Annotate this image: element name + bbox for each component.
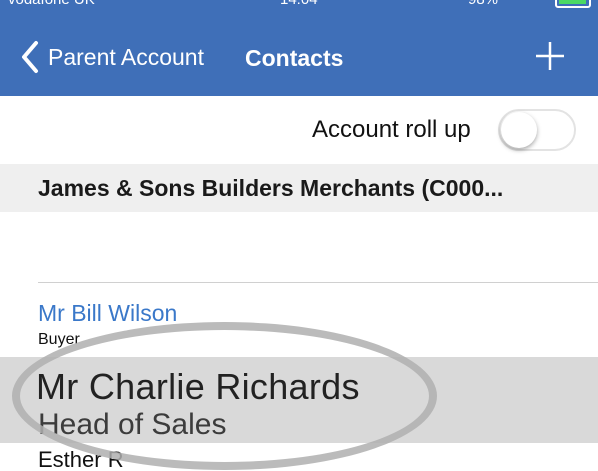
- contact-name[interactable]: Mr Bill Wilson: [38, 300, 177, 327]
- contact-row-highlighted[interactable]: Mr Charlie Richards Head of Sales: [0, 357, 598, 443]
- account-name: James & Sons Builders Merchants (C000...: [38, 175, 504, 201]
- clock-label: 14:04: [280, 0, 318, 8]
- status-bar: vodafone UK 14:04 98%: [0, 0, 598, 15]
- contact-row[interactable]: Mr Bill Wilson Buyer: [0, 298, 598, 354]
- rollup-row: Account roll up: [0, 96, 598, 164]
- contact-role: Head of Sales: [38, 408, 227, 441]
- plus-icon: [536, 42, 564, 70]
- toggle-knob: [501, 112, 537, 148]
- rollup-toggle[interactable]: [498, 109, 576, 151]
- contact-row[interactable]: Esther R: [0, 443, 598, 471]
- rollup-label: Account roll up: [312, 116, 471, 143]
- contact-name: Mr Charlie Richards: [36, 366, 360, 407]
- contact-role: Buyer: [38, 331, 80, 348]
- contact-name: Esther R: [38, 447, 124, 471]
- page-title: Contacts: [245, 45, 344, 71]
- divider: [38, 282, 598, 283]
- add-contact-button[interactable]: [533, 39, 567, 73]
- back-label: Parent Account: [48, 43, 204, 70]
- battery-icon: [555, 0, 591, 8]
- chevron-left-icon: [20, 37, 46, 77]
- nav-bar: Parent Account Contacts: [0, 15, 598, 96]
- battery-percent: 98%: [468, 0, 498, 8]
- carrier-label: vodafone UK: [8, 0, 95, 8]
- account-header: James & Sons Builders Merchants (C000...: [0, 164, 598, 212]
- back-button[interactable]: Parent Account: [20, 37, 204, 77]
